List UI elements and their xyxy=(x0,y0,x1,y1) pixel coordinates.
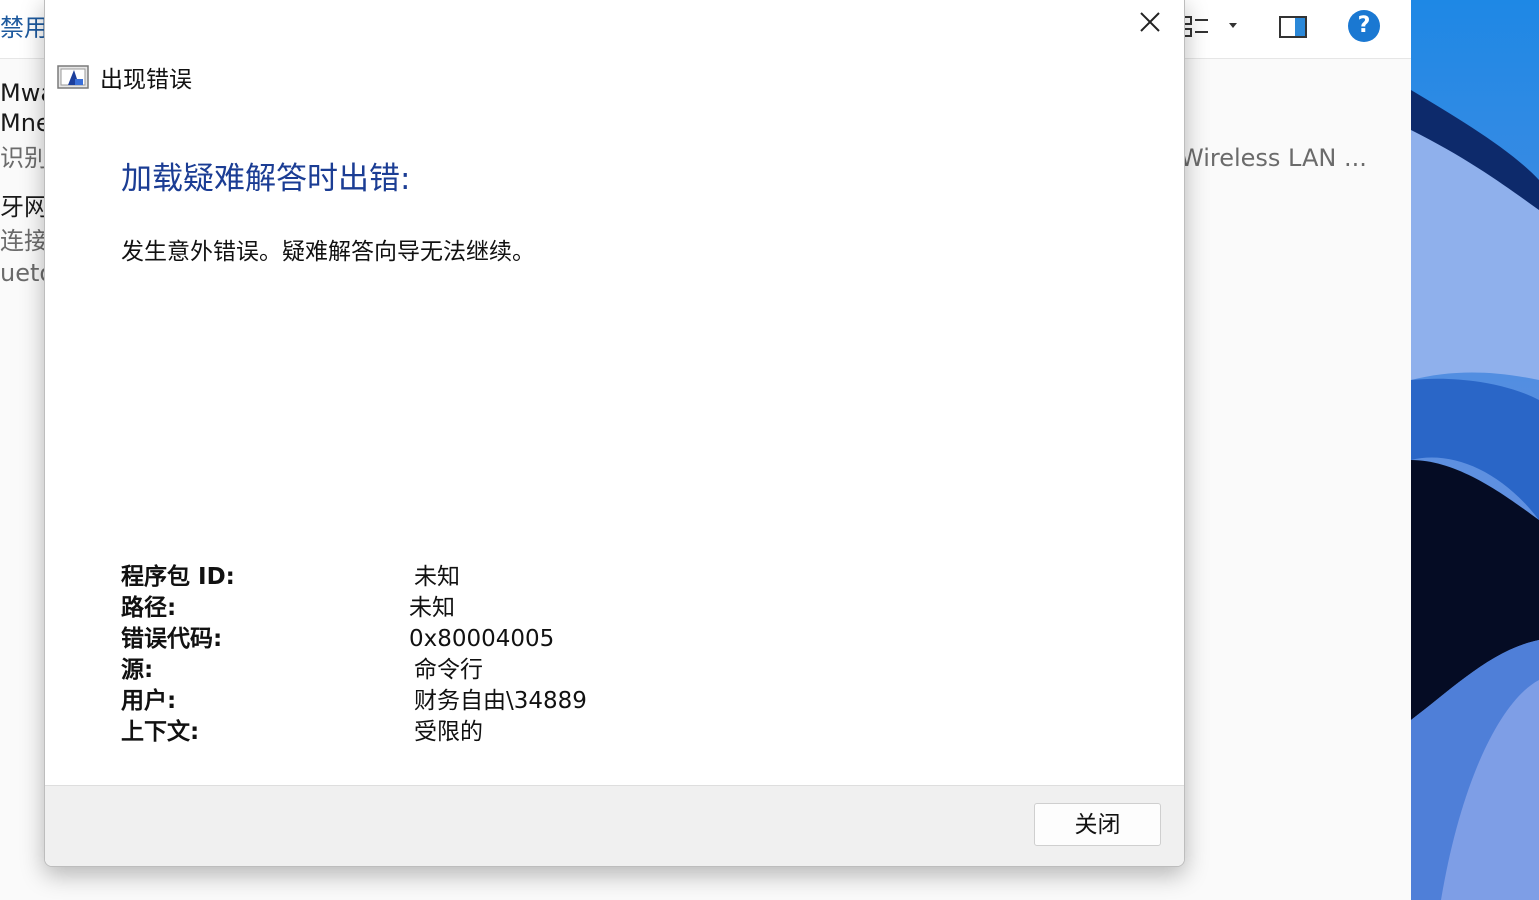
context-label: 上下文: xyxy=(121,719,200,745)
preview-pane-icon[interactable] xyxy=(1278,14,1308,40)
error-code-label: 错误代码: xyxy=(121,626,223,652)
source-label: 源: xyxy=(121,657,154,683)
view-options-icon[interactable] xyxy=(1182,14,1210,40)
package-id-label: 程序包 ID: xyxy=(121,564,235,590)
troubleshooter-icon xyxy=(57,65,89,89)
connection-status: 识别 xyxy=(0,144,48,172)
connection-status: 连接 xyxy=(0,227,48,255)
close-icon[interactable] xyxy=(1137,9,1163,35)
error-heading: 加载疑难解答时出错: xyxy=(121,161,411,197)
chevron-down-icon[interactable] xyxy=(1228,20,1238,30)
source-value: 命令行 xyxy=(414,657,483,683)
connection-name: 牙网 xyxy=(0,193,48,221)
close-button[interactable]: 关闭 xyxy=(1034,803,1161,846)
error-code-value: 0x80004005 xyxy=(409,626,555,652)
dialog-title: 出现错误 xyxy=(100,67,192,93)
error-message: 发生意外错误。疑难解答向导无法继续。 xyxy=(121,239,535,265)
context-value: 受限的 xyxy=(414,719,483,745)
disable-device-button[interactable]: 禁用 xyxy=(0,13,48,43)
path-label: 路径: xyxy=(121,595,177,621)
desktop-wallpaper xyxy=(1411,0,1539,900)
path-value: 未知 xyxy=(409,595,455,621)
error-dialog: 出现错误 加载疑难解答时出错: 发生意外错误。疑难解答向导无法继续。 程序包 I… xyxy=(44,0,1185,867)
user-value: 财务自由\34889 xyxy=(414,688,587,714)
help-icon[interactable]: ? xyxy=(1348,10,1380,42)
user-label: 用户: xyxy=(121,688,177,714)
wireless-connection-device[interactable]: Wireless LAN ... xyxy=(1180,143,1367,173)
package-id-value: 未知 xyxy=(414,564,460,590)
dialog-footer: 关闭 xyxy=(45,785,1184,866)
